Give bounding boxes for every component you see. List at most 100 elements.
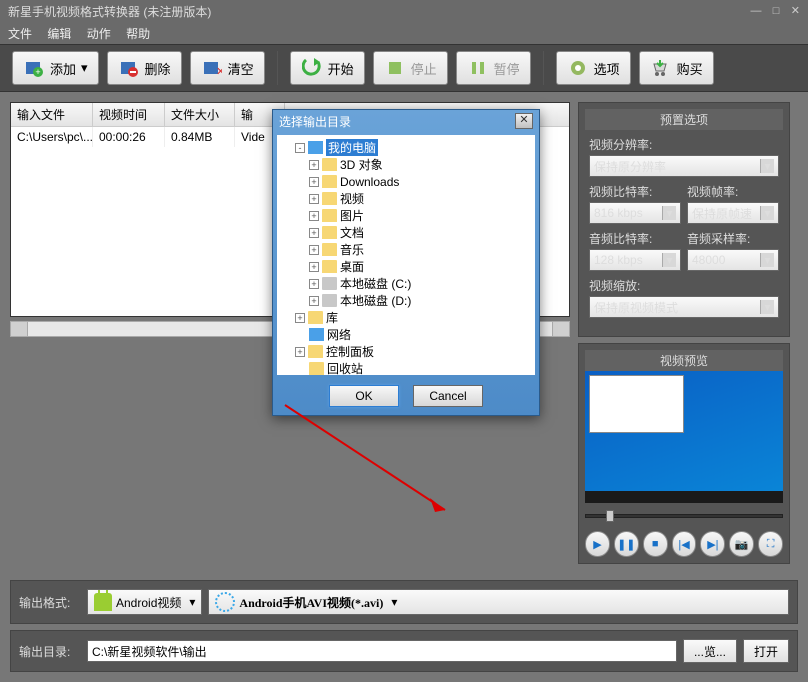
expand-icon[interactable]: +	[309, 177, 319, 187]
res-select[interactable]: 保持原分辨率▾	[589, 155, 779, 177]
preview-video[interactable]	[585, 371, 783, 503]
menubar: 文件 编辑 动作 帮助	[0, 22, 808, 44]
abr-select[interactable]: 128 kbps▾	[589, 249, 681, 271]
tree-node[interactable]: 网络	[281, 326, 531, 343]
clear-icon: ✕	[201, 57, 223, 79]
cart-icon	[650, 57, 672, 79]
tree-node[interactable]: + Downloads	[281, 173, 531, 190]
pause-button[interactable]: ❚❚	[614, 531, 639, 557]
dialog-title: 选择输出目录	[279, 113, 351, 130]
expand-icon[interactable]: -	[295, 143, 305, 153]
delete-button[interactable]: 删除	[107, 51, 182, 85]
col-file[interactable]: 输入文件	[11, 103, 93, 126]
tree-node[interactable]: + 本地磁盘 (D:)	[281, 292, 531, 309]
snapshot-button[interactable]: 📷	[729, 531, 754, 557]
expand-icon[interactable]: +	[309, 228, 319, 238]
output-format-row: 输出格式: Android视频▾ Android手机AVI视频(*.avi)▾	[10, 580, 798, 624]
tree-label: 本地磁盘 (D:)	[340, 292, 411, 309]
tree-node[interactable]: - 我的电脑	[281, 139, 531, 156]
tree-label: 音乐	[340, 241, 364, 258]
menu-edit[interactable]: 编辑	[47, 27, 71, 41]
cancel-button[interactable]: Cancel	[413, 385, 483, 407]
add-button[interactable]: +添加▾	[12, 51, 99, 85]
stop-button[interactable]: ■	[643, 531, 668, 557]
tree-node[interactable]: + 音乐	[281, 241, 531, 258]
maximize-icon[interactable]: □	[773, 5, 780, 17]
col-size[interactable]: 文件大小	[165, 103, 235, 126]
start-button[interactable]: 开始	[290, 51, 365, 85]
options-button[interactable]: 选项	[556, 51, 631, 85]
folder-icon	[322, 226, 337, 239]
expand-icon[interactable]: +	[309, 262, 319, 272]
start-icon	[301, 57, 323, 79]
tree-node[interactable]: + 桌面	[281, 258, 531, 275]
expand-icon[interactable]: +	[309, 245, 319, 255]
ok-button[interactable]: OK	[329, 385, 399, 407]
folder-dialog: 选择输出目录 ✕ -我的电脑+3D 对象+Downloads+视频+图片+文档+…	[272, 109, 540, 416]
prev-button[interactable]: |◀	[672, 531, 697, 557]
chevron-down-icon: ▾	[189, 595, 195, 609]
folder-tree[interactable]: -我的电脑+3D 对象+Downloads+视频+图片+文档+音乐+桌面+本地磁…	[277, 135, 535, 375]
menu-action[interactable]: 动作	[87, 27, 111, 41]
tree-label: 桌面	[340, 258, 364, 275]
expand-icon[interactable]: +	[309, 211, 319, 221]
format-profile-select[interactable]: Android手机AVI视频(*.avi)▾	[208, 589, 789, 615]
preset-title: 预置选项	[585, 109, 783, 130]
expand-icon[interactable]: +	[309, 194, 319, 204]
menu-help[interactable]: 帮助	[126, 27, 150, 41]
asr-label: 音频采样率:	[687, 230, 779, 247]
vfr-label: 视频帧率:	[687, 183, 779, 200]
output-dir-input[interactable]	[87, 640, 677, 662]
expand-icon[interactable]: +	[295, 347, 305, 357]
tree-node[interactable]: +视频	[281, 190, 531, 207]
vfr-select[interactable]: 保持原帧速▾	[687, 202, 779, 224]
android-icon	[94, 593, 112, 611]
tree-node[interactable]: +本地磁盘 (C:)	[281, 275, 531, 292]
expand-icon[interactable]: +	[309, 160, 319, 170]
menu-file[interactable]: 文件	[8, 27, 32, 41]
folder-icon	[322, 175, 337, 188]
window-title: 新星手机视频格式转换器 (未注册版本)	[8, 3, 211, 19]
folder-icon	[322, 294, 337, 307]
vbr-select[interactable]: 816 kbps▾	[589, 202, 681, 224]
pause-button[interactable]: 暂停	[456, 51, 531, 85]
col-time[interactable]: 视频时间	[93, 103, 165, 126]
seek-slider[interactable]	[585, 507, 783, 525]
tree-node[interactable]: +文档	[281, 224, 531, 241]
output-dir-row: 输出目录: ...览... 打开	[10, 630, 798, 672]
folder-icon	[322, 243, 337, 256]
play-button[interactable]: ▶	[585, 531, 610, 557]
expand-icon[interactable]: +	[295, 313, 305, 323]
buy-button[interactable]: 购买	[639, 51, 714, 85]
folder-icon	[308, 345, 323, 358]
zoom-label: 视频缩放:	[589, 277, 779, 294]
clear-button[interactable]: ✕清空	[190, 51, 265, 85]
browse-button[interactable]: ...览...	[683, 639, 737, 663]
asr-select[interactable]: 48000▾	[687, 249, 779, 271]
stop-button[interactable]: 停止	[373, 51, 448, 85]
dialog-close-button[interactable]: ✕	[515, 113, 533, 129]
preview-title: 视频预览	[585, 350, 783, 371]
chevron-down-icon: ▾	[760, 253, 774, 267]
folder-icon	[322, 260, 337, 273]
chevron-down-icon: ▾	[760, 206, 774, 220]
tree-node[interactable]: +控制面板	[281, 343, 531, 360]
close-icon[interactable]: ✕	[791, 5, 800, 17]
format-category-select[interactable]: Android视频▾	[87, 589, 202, 615]
tree-label: 我的电脑	[326, 139, 378, 156]
expand-icon[interactable]: +	[309, 279, 319, 289]
tree-label: 库	[326, 309, 338, 326]
tree-node[interactable]: 回收站	[281, 360, 531, 375]
folder-icon	[322, 209, 337, 222]
tree-node[interactable]: +图片	[281, 207, 531, 224]
zoom-select[interactable]: 保持原视频模式▾	[589, 296, 779, 318]
tree-label: Downloads	[340, 175, 399, 189]
folder-icon	[322, 277, 337, 290]
tree-node[interactable]: +库	[281, 309, 531, 326]
fullscreen-button[interactable]: ⛶	[758, 531, 783, 557]
next-button[interactable]: ▶|	[700, 531, 725, 557]
open-button[interactable]: 打开	[743, 639, 789, 663]
tree-node[interactable]: +3D 对象	[281, 156, 531, 173]
minimize-icon[interactable]: —	[750, 5, 761, 17]
expand-icon[interactable]: +	[309, 296, 319, 306]
